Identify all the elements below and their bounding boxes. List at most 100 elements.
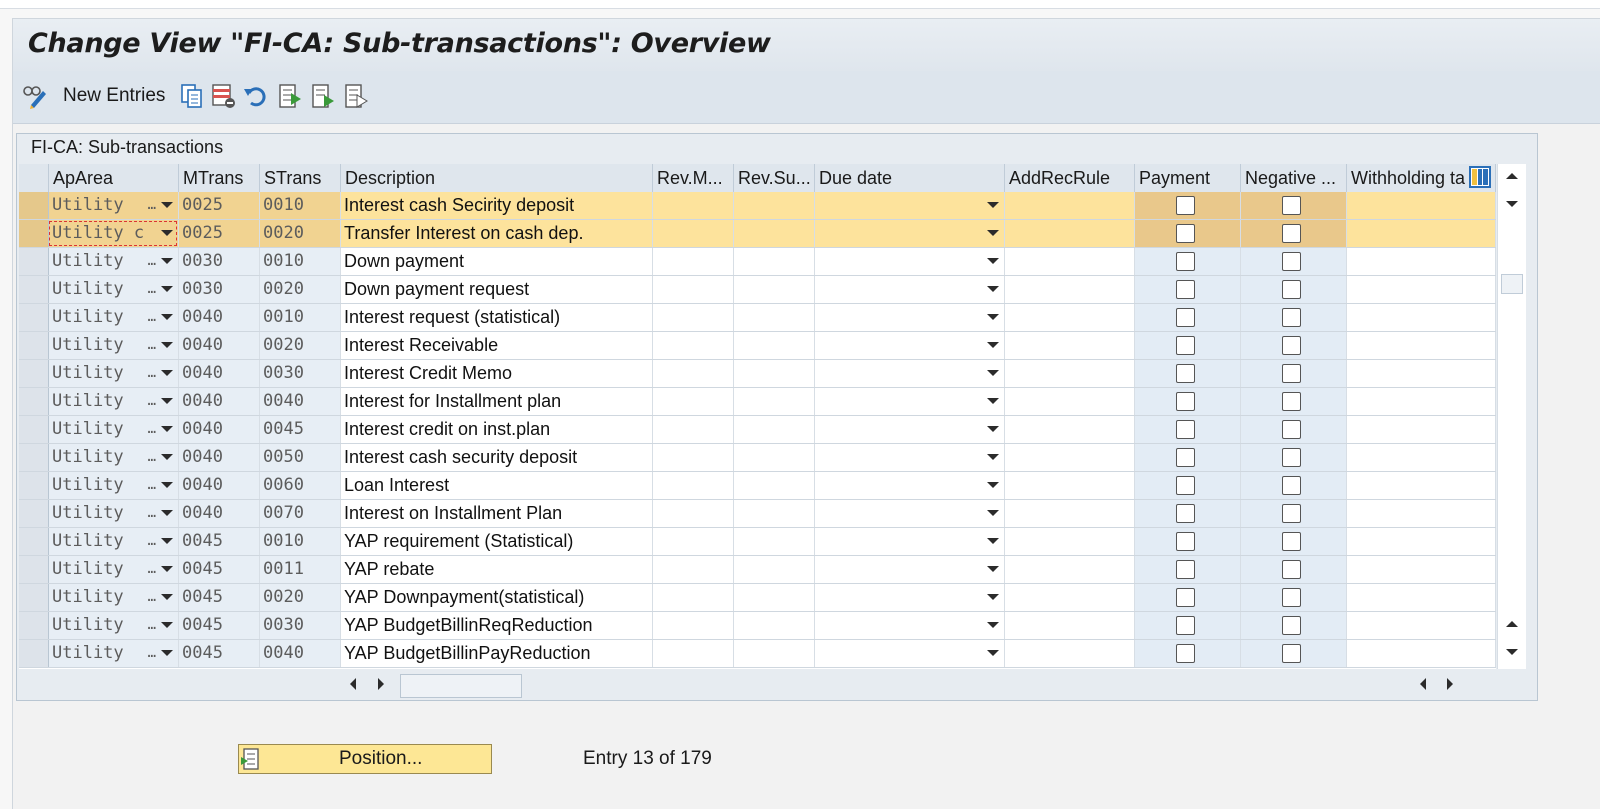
payment-cell[interactable] bbox=[1135, 360, 1241, 387]
due-date-select[interactable] bbox=[815, 612, 1005, 639]
payment-cell[interactable] bbox=[1135, 640, 1241, 667]
revm-field[interactable] bbox=[653, 192, 734, 219]
description-field[interactable]: YAP rebate bbox=[341, 556, 653, 583]
row-selector[interactable] bbox=[19, 528, 49, 555]
revm-field[interactable] bbox=[653, 640, 734, 667]
row-selector[interactable] bbox=[19, 416, 49, 443]
revsu-field[interactable] bbox=[734, 416, 815, 443]
negative-cell[interactable] bbox=[1241, 444, 1347, 471]
chevron-down-icon[interactable] bbox=[987, 538, 999, 544]
table-row[interactable]: Utility … 0025 0010 Interest cash Secirity d… bbox=[19, 192, 1496, 220]
aparea-select[interactable]: Utility… bbox=[49, 332, 179, 359]
vertical-scroll-thumb[interactable] bbox=[1501, 274, 1523, 294]
due-date-select[interactable] bbox=[815, 528, 1005, 555]
horizontal-scroll-thumb[interactable] bbox=[400, 674, 522, 698]
negative-cell[interactable] bbox=[1241, 192, 1347, 219]
payment-checkbox[interactable] bbox=[1176, 476, 1195, 495]
addrec-field[interactable] bbox=[1005, 192, 1135, 219]
negative-checkbox[interactable] bbox=[1282, 252, 1301, 271]
aparea-select[interactable]: Utility… bbox=[49, 500, 179, 527]
description-field[interactable]: Down payment bbox=[341, 248, 653, 275]
payment-checkbox[interactable] bbox=[1176, 448, 1195, 467]
chevron-down-icon[interactable] bbox=[161, 454, 173, 460]
revsu-field[interactable] bbox=[734, 528, 815, 555]
revsu-field[interactable] bbox=[734, 332, 815, 359]
row-selector[interactable] bbox=[19, 388, 49, 415]
table-row[interactable]: Utility … 0045 0011 YAP rebate bbox=[19, 556, 1496, 584]
row-selector[interactable] bbox=[19, 332, 49, 359]
payment-cell[interactable] bbox=[1135, 584, 1241, 611]
due-date-select[interactable] bbox=[815, 248, 1005, 275]
payment-checkbox[interactable] bbox=[1176, 392, 1195, 411]
scroll-up-icon[interactable] bbox=[1506, 173, 1518, 179]
vertical-scrollbar[interactable] bbox=[1497, 164, 1526, 669]
description-field[interactable]: YAP BudgetBillinReqReduction bbox=[341, 612, 653, 639]
revm-field[interactable] bbox=[653, 332, 734, 359]
row-selector[interactable] bbox=[19, 360, 49, 387]
payment-cell[interactable] bbox=[1135, 612, 1241, 639]
description-field[interactable]: Interest Credit Memo bbox=[341, 360, 653, 387]
wht-field[interactable] bbox=[1347, 612, 1496, 639]
revm-field[interactable] bbox=[653, 220, 734, 247]
addrec-field[interactable] bbox=[1005, 556, 1135, 583]
row-selector[interactable] bbox=[19, 444, 49, 471]
payment-checkbox[interactable] bbox=[1176, 280, 1195, 299]
scroll-right-fixed-icon[interactable] bbox=[1447, 678, 1453, 690]
negative-checkbox[interactable] bbox=[1282, 476, 1301, 495]
row-selector[interactable] bbox=[19, 612, 49, 639]
chevron-down-icon[interactable] bbox=[987, 510, 999, 516]
chevron-down-icon[interactable] bbox=[161, 426, 173, 432]
chevron-down-icon[interactable] bbox=[161, 286, 173, 292]
wht-field[interactable] bbox=[1347, 472, 1496, 499]
description-field[interactable]: Interest for Installment plan bbox=[341, 388, 653, 415]
payment-cell[interactable] bbox=[1135, 332, 1241, 359]
wht-field[interactable] bbox=[1347, 416, 1496, 443]
table-row[interactable]: Utility … 0045 0020 YAP Downpayment(statisti… bbox=[19, 584, 1496, 612]
page-down-icon[interactable] bbox=[1506, 649, 1518, 655]
table-row[interactable]: Utility … 0040 0020 Interest Receivable bbox=[19, 332, 1496, 360]
revm-field[interactable] bbox=[653, 304, 734, 331]
chevron-down-icon[interactable] bbox=[987, 622, 999, 628]
negative-cell[interactable] bbox=[1241, 388, 1347, 415]
aparea-select[interactable]: Utility… bbox=[49, 416, 179, 443]
negative-checkbox[interactable] bbox=[1282, 336, 1301, 355]
payment-cell[interactable] bbox=[1135, 416, 1241, 443]
chevron-down-icon[interactable] bbox=[987, 370, 999, 376]
chevron-down-icon[interactable] bbox=[161, 510, 173, 516]
due-date-select[interactable] bbox=[815, 416, 1005, 443]
due-date-select[interactable] bbox=[815, 584, 1005, 611]
addrec-field[interactable] bbox=[1005, 248, 1135, 275]
column-header-rev-m[interactable]: Rev.M... bbox=[653, 164, 734, 192]
scroll-left-fixed-icon[interactable] bbox=[1420, 678, 1426, 690]
payment-cell[interactable] bbox=[1135, 500, 1241, 527]
payment-cell[interactable] bbox=[1135, 556, 1241, 583]
revm-field[interactable] bbox=[653, 276, 734, 303]
payment-checkbox[interactable] bbox=[1176, 504, 1195, 523]
description-field[interactable]: YAP BudgetBillinPayReduction bbox=[341, 640, 653, 667]
new-entries-button[interactable]: New Entries bbox=[63, 82, 165, 110]
row-selector[interactable] bbox=[19, 640, 49, 667]
negative-checkbox[interactable] bbox=[1282, 448, 1301, 467]
chevron-down-icon[interactable] bbox=[987, 426, 999, 432]
revsu-field[interactable] bbox=[734, 556, 815, 583]
addrec-field[interactable] bbox=[1005, 416, 1135, 443]
row-selector[interactable] bbox=[19, 584, 49, 611]
wht-field[interactable] bbox=[1347, 528, 1496, 555]
negative-checkbox[interactable] bbox=[1282, 616, 1301, 635]
addrec-field[interactable] bbox=[1005, 332, 1135, 359]
description-field[interactable]: Interest on Installment Plan bbox=[341, 500, 653, 527]
negative-cell[interactable] bbox=[1241, 500, 1347, 527]
due-date-select[interactable] bbox=[815, 192, 1005, 219]
copy-as-icon[interactable] bbox=[179, 83, 205, 109]
revsu-field[interactable] bbox=[734, 220, 815, 247]
table-row[interactable]: Utility c 0025 0020 Transfer Interest on ca… bbox=[19, 220, 1496, 248]
negative-cell[interactable] bbox=[1241, 528, 1347, 555]
table-row[interactable]: Utility … 0045 0010 YAP requirement (Statist… bbox=[19, 528, 1496, 556]
row-selector[interactable] bbox=[19, 556, 49, 583]
row-selector[interactable] bbox=[19, 276, 49, 303]
negative-checkbox[interactable] bbox=[1282, 504, 1301, 523]
wht-field[interactable] bbox=[1347, 360, 1496, 387]
horizontal-scrollbar[interactable] bbox=[17, 669, 1535, 699]
negative-checkbox[interactable] bbox=[1282, 644, 1301, 663]
revm-field[interactable] bbox=[653, 556, 734, 583]
